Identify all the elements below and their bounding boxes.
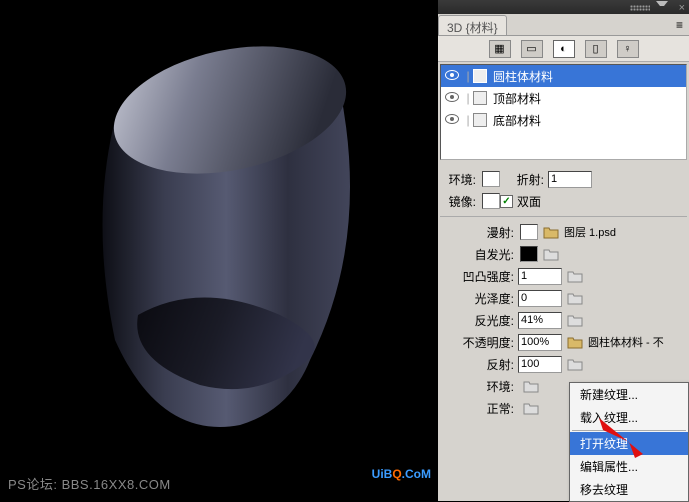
mirror-swatch[interactable] — [482, 193, 500, 209]
selfillum-label: 自发光: — [440, 246, 518, 263]
mode-bulb-icon[interactable]: ♀ — [617, 40, 639, 58]
opacity-label: 不透明度: — [440, 334, 518, 351]
mode-scene-icon[interactable]: ▦ — [489, 40, 511, 58]
visibility-icon[interactable] — [441, 113, 463, 127]
diffuse-texture-icon[interactable] — [542, 224, 560, 240]
mode-mesh-icon[interactable]: ▭ — [521, 40, 543, 58]
environment-swatch[interactable] — [482, 171, 500, 187]
material-swatch — [473, 69, 487, 83]
close-icon[interactable] — [673, 0, 685, 10]
selfillum-swatch[interactable] — [520, 246, 538, 262]
texture-context-menu: 新建纹理... 载入纹理... 打开纹理 编辑属性... 移去纹理 — [569, 382, 689, 502]
selfillum-texture-icon[interactable] — [542, 246, 560, 262]
ctx-remove-texture[interactable]: 移去纹理 — [570, 478, 688, 501]
refraction-label: 折射: — [500, 171, 548, 188]
diffuse-swatch[interactable] — [520, 224, 538, 240]
3d-viewport[interactable] — [0, 0, 438, 501]
normal-label: 正常: — [440, 400, 518, 417]
gloss-texture-icon[interactable] — [566, 290, 584, 306]
material-row-top[interactable]: | 顶部材料 — [441, 87, 686, 109]
material-name: 顶部材料 — [493, 90, 541, 107]
spec-label: 反光度: — [440, 312, 518, 329]
opacity-texture-icon[interactable] — [566, 334, 584, 350]
env2-label: 环境: — [440, 378, 518, 395]
gloss-input[interactable] — [518, 290, 562, 307]
material-row-cylinder[interactable]: | 圆柱体材料 — [441, 65, 686, 87]
drag-handle-icon[interactable] — [630, 5, 650, 11]
ctx-edit-texture[interactable]: 编辑属性... — [570, 455, 688, 478]
mode-material-icon[interactable]: ◐ — [553, 40, 575, 58]
opacity-input[interactable] — [518, 334, 562, 351]
panel-menu-icon[interactable]: ≡ — [670, 14, 689, 35]
diffuse-label: 漫射: — [440, 224, 518, 241]
material-list[interactable]: | 圆柱体材料 | 顶部材料 | 底部材料 — [440, 64, 687, 160]
ctx-load-texture[interactable]: 载入纹理... — [570, 406, 688, 429]
bump-texture-icon[interactable] — [566, 268, 584, 284]
watermark-logo: UiBQ.CoM — [372, 465, 431, 483]
ctx-separator — [572, 430, 686, 431]
visibility-icon[interactable] — [441, 69, 463, 83]
environment-label: 环境: — [440, 171, 480, 188]
refraction-input[interactable] — [548, 171, 592, 188]
reflect-label: 反射: — [440, 356, 518, 373]
ctx-open-texture[interactable]: 打开纹理 — [570, 432, 688, 455]
material-swatch — [473, 91, 487, 105]
watermark-footer: PS论坛: BBS.16XX8.COM — [8, 474, 171, 493]
opacity-texture-name: 圆柱体材料 - 不 — [588, 334, 664, 350]
gloss-label: 光泽度: — [440, 290, 518, 307]
material-name: 圆柱体材料 — [493, 68, 553, 85]
filter-mode-bar: ▦ ▭ ◐ ▯ ♀ — [438, 36, 689, 62]
spec-texture-icon[interactable] — [566, 312, 584, 328]
mode-light-icon[interactable]: ▯ — [585, 40, 607, 58]
reflect-texture-icon[interactable] — [566, 356, 584, 372]
visibility-icon[interactable] — [441, 91, 463, 105]
mirror-label: 镜像: — [440, 193, 480, 210]
ctx-new-texture[interactable]: 新建纹理... — [570, 383, 688, 406]
cylinder-mesh — [60, 40, 390, 440]
bump-input[interactable] — [518, 268, 562, 285]
doubleface-label: 双面 — [517, 193, 541, 210]
spec-input[interactable] — [518, 312, 562, 329]
material-swatch — [473, 113, 487, 127]
tab-3d-materials[interactable]: 3D {材料} — [438, 15, 507, 35]
material-name: 底部材料 — [493, 112, 541, 129]
material-properties: 环境: 折射: 镜像: ✓ 双面 漫射: 图层 1.psd 自发光: 凹凸强度: — [438, 162, 689, 419]
material-row-bottom[interactable]: | 底部材料 — [441, 109, 686, 131]
panel-tabs: 3D {材料} ≡ — [438, 14, 689, 36]
bump-label: 凹凸强度: — [440, 268, 518, 285]
env-texture-icon[interactable] — [522, 378, 540, 394]
doubleface-checkbox[interactable]: ✓ — [500, 195, 513, 208]
panel-titlebar[interactable] — [438, 0, 689, 14]
diffuse-texture-name: 图层 1.psd — [564, 224, 616, 240]
reflect-input[interactable] — [518, 356, 562, 373]
collapse-icon[interactable] — [656, 1, 668, 11]
normal-texture-icon[interactable] — [522, 400, 540, 416]
